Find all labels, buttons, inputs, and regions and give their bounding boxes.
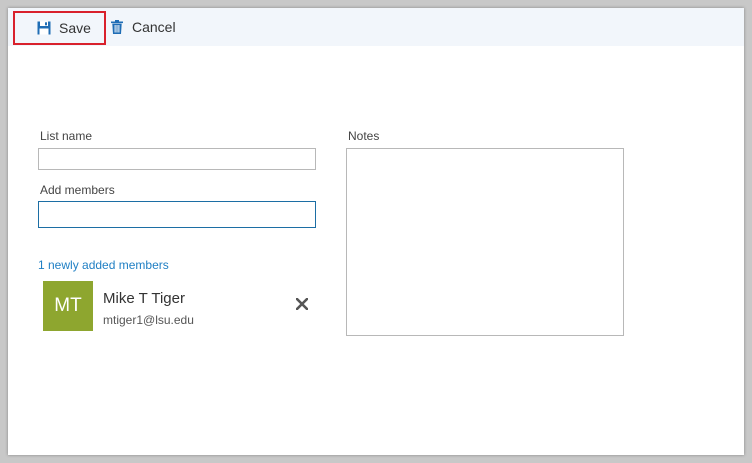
close-icon <box>296 298 308 310</box>
notes-textarea[interactable] <box>346 148 624 336</box>
save-button[interactable]: Save <box>13 11 106 45</box>
add-members-label: Add members <box>40 183 115 197</box>
avatar: MT <box>43 281 93 331</box>
newly-added-members-link[interactable]: 1 newly added members <box>38 258 169 272</box>
notes-label: Notes <box>348 129 380 143</box>
command-toolbar: Save Cancel <box>8 8 744 46</box>
member-name: Mike T Tiger <box>103 290 185 307</box>
member-email: mtiger1@lsu.edu <box>103 313 194 327</box>
cancel-button[interactable]: Cancel <box>111 8 176 46</box>
list-name-label: List name <box>40 129 93 143</box>
member-list-item: MT Mike T Tiger mtiger1@lsu.edu <box>43 281 318 333</box>
edit-contact-list-window: Save Cancel List name Add members Notes … <box>8 8 744 455</box>
cancel-label: Cancel <box>132 19 176 35</box>
list-name-input[interactable] <box>38 148 316 170</box>
trash-icon <box>111 20 123 34</box>
add-members-input[interactable] <box>38 201 316 228</box>
save-icon <box>37 21 51 35</box>
remove-member-button[interactable] <box>293 295 311 313</box>
save-label: Save <box>59 20 91 36</box>
